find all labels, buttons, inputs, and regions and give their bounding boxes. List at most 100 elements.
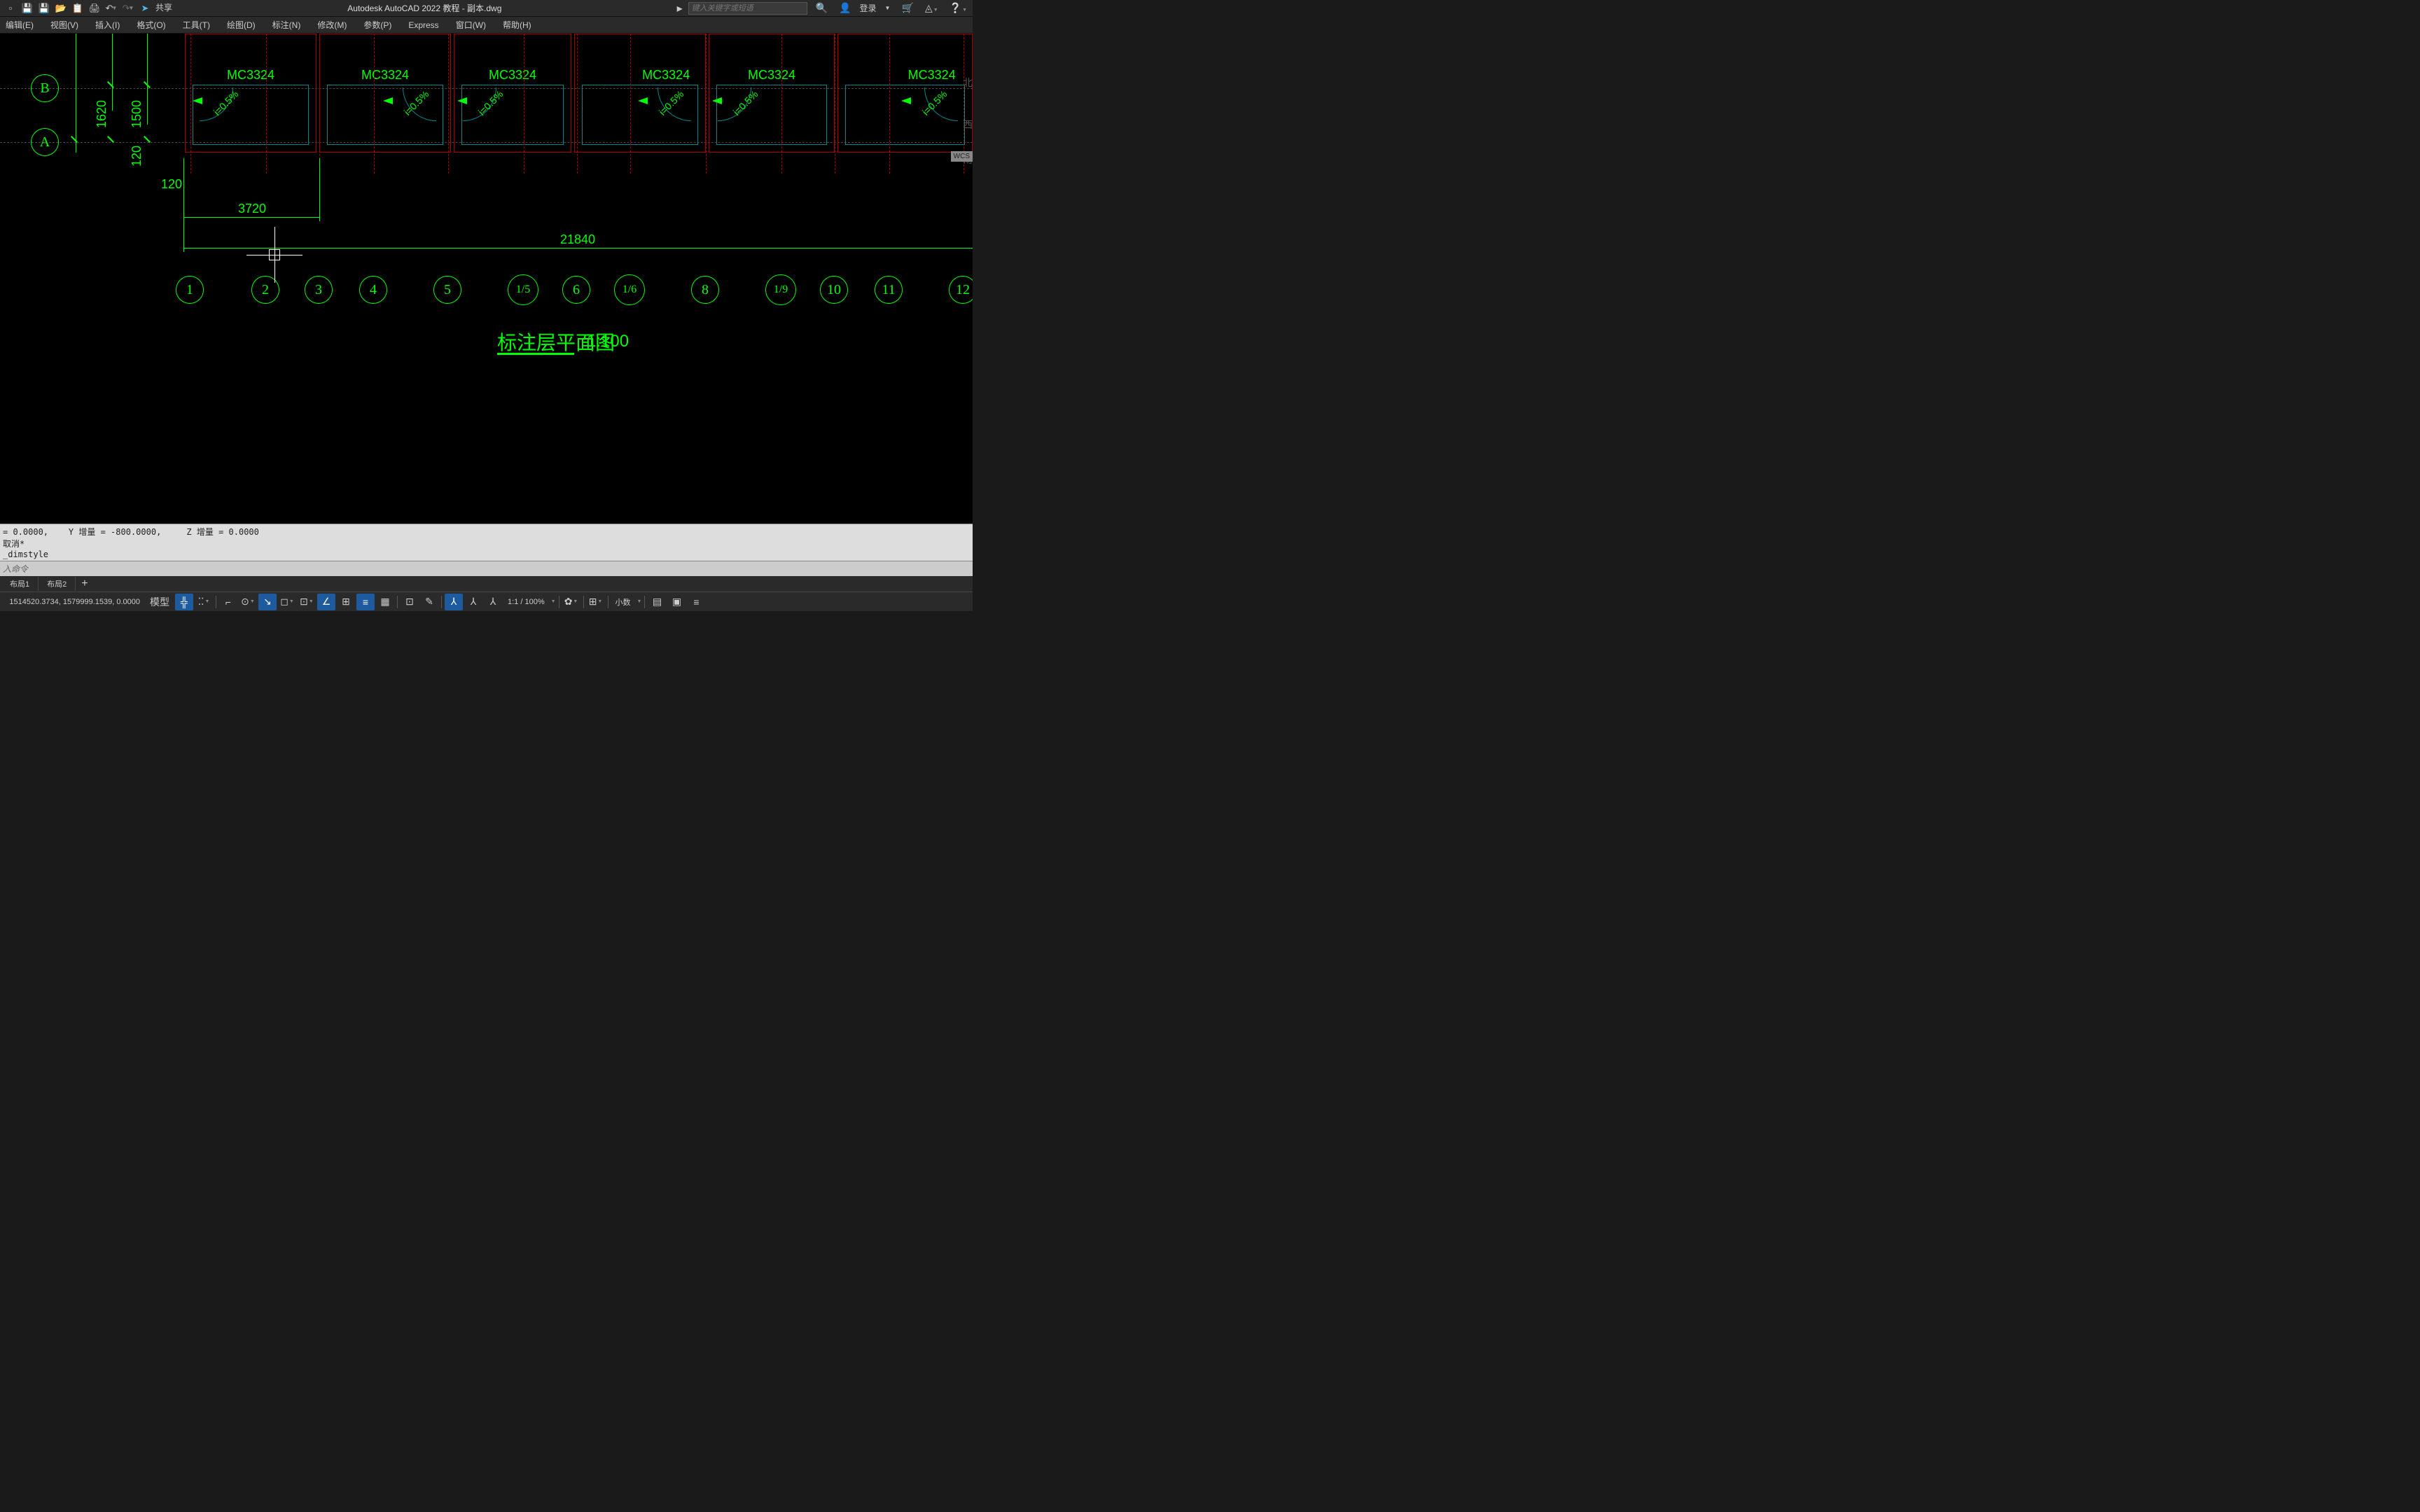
slope-arrow-icon (712, 97, 722, 104)
dim-ext (183, 218, 184, 252)
grid-line (781, 34, 782, 174)
grid-line (319, 34, 320, 174)
menu-help[interactable]: 帮助(H) (500, 18, 534, 32)
title-right-icons: 🔍 👤 登录 ▼ 🛒 ◬▼ ❔▼ (813, 2, 970, 14)
units-display[interactable]: 小数 (611, 596, 635, 608)
room-unit: MC3324 i=0.5% (837, 34, 973, 153)
3dosnap-icon[interactable]: ⊡▼ (298, 594, 316, 610)
coordinates-display[interactable]: 1514520.3734, 1579999.1539, 0.0000 (4, 598, 144, 606)
cart-icon[interactable]: 🛒 (898, 2, 916, 14)
app-title: Autodesk AutoCAD 2022 教程 - 副本.dwg (172, 2, 677, 14)
lineweight-icon[interactable]: ≡ (356, 594, 375, 610)
drawing-canvas[interactable]: B A 1620 1500 120 MC3324 i=0.5% MC3324 i… (0, 34, 973, 524)
save-icon[interactable]: 💾 (20, 1, 35, 15)
command-input[interactable]: 入命令 (0, 561, 973, 576)
snap-icon[interactable]: ⁚⁚▼ (195, 594, 213, 610)
grid-line (630, 34, 631, 174)
command-output: _dimstyle (3, 550, 970, 559)
quick-access-toolbar: ▫ 💾 💾 📂 📋 🖨 ↶▼ ↷▼ ➤ 共享 (3, 1, 172, 15)
grid-line (266, 34, 267, 174)
layout-add-button[interactable]: + (76, 576, 93, 592)
grid-line (448, 34, 449, 174)
login-label[interactable]: 登录 (860, 2, 877, 14)
ortho-icon[interactable]: ⌐ (219, 594, 237, 610)
menu-format[interactable]: 格式(O) (134, 18, 168, 32)
drawing-scale: 1:100 (587, 332, 629, 351)
crosshair-pickbox (269, 249, 280, 260)
annotation-monitor-icon[interactable]: ✎ (420, 594, 438, 610)
annotation-scale[interactable]: 1:1 / 100% (503, 598, 549, 606)
osnap-icon[interactable]: ◻▼ (278, 594, 296, 610)
new-icon[interactable]: ▫ (3, 1, 18, 15)
menu-dimension[interactable]: 标注(N) (270, 18, 304, 32)
room-label: MC3324 (489, 68, 536, 83)
menu-express[interactable]: Express (405, 19, 441, 31)
saveas-icon[interactable]: 💾 (36, 1, 52, 15)
dim-extension (147, 34, 148, 125)
menu-draw[interactable]: 绘图(D) (224, 18, 258, 32)
room-label: MC3324 (748, 68, 795, 83)
polar-icon[interactable]: ⊙▼ (239, 594, 257, 610)
app-icon[interactable]: ◬▼ (922, 2, 941, 14)
slope-arrow-icon (457, 97, 467, 104)
anno-auto-icon[interactable]: ⅄ (484, 594, 502, 610)
menu-modify[interactable]: 修改(M) (314, 18, 349, 32)
model-space-button[interactable]: 模型 (146, 594, 174, 610)
anno-scale-icon[interactable]: ⅄ (445, 594, 463, 610)
menu-insert[interactable]: 插入(I) (92, 18, 123, 32)
chevron-down-icon[interactable]: ▼ (637, 599, 642, 604)
login-dropdown-icon[interactable]: ▼ (882, 5, 893, 11)
axis-bubble-1-5: 1/5 (508, 274, 538, 305)
user-icon[interactable]: 👤 (836, 2, 854, 14)
menu-window[interactable]: 窗口(W) (453, 18, 489, 32)
menu-parametric[interactable]: 参数(P) (361, 18, 394, 32)
room-unit: MC3324 i=0.5% (319, 34, 451, 153)
title-bar: ▫ 💾 💾 📂 📋 🖨 ↶▼ ↷▼ ➤ 共享 Autodesk AutoCAD … (0, 0, 973, 17)
axis-bubble-1: 1 (176, 276, 204, 304)
room-label: MC3324 (361, 68, 409, 83)
dynamic-input-icon[interactable]: ⊞ (337, 594, 355, 610)
undo-icon[interactable]: ↶▼ (104, 1, 119, 15)
print-icon[interactable]: 🖨 (87, 1, 102, 15)
grid-icon[interactable]: ╬ (175, 594, 193, 610)
menu-bar: 编辑(E) 视图(V) 插入(I) 格式(O) 工具(T) 绘图(D) 标注(N… (0, 17, 973, 34)
plot-icon[interactable]: 📋 (70, 1, 85, 15)
layout-tab-1[interactable]: 布局1 (1, 577, 39, 591)
share-icon[interactable]: ➤ (137, 1, 153, 15)
open-icon[interactable]: 📂 (53, 1, 69, 15)
slope-arrow-icon (383, 97, 393, 104)
dim-ext (319, 158, 320, 221)
quick-properties-icon[interactable]: ▤ (648, 594, 666, 610)
menu-edit[interactable]: 编辑(E) (3, 18, 36, 32)
anno-visibility-icon[interactable]: ⅄ (464, 594, 482, 610)
slope-arrow-icon (901, 97, 911, 104)
clean-screen-icon[interactable]: ▣ (667, 594, 686, 610)
slope-arrow-icon (638, 97, 648, 104)
lock-ui-icon[interactable]: ⊞▼ (587, 594, 605, 610)
chevron-down-icon[interactable]: ▼ (551, 599, 556, 604)
grid-line (889, 34, 890, 174)
redo-icon[interactable]: ↷▼ (120, 1, 136, 15)
dim-120-h: 120 (161, 177, 182, 192)
wcs-badge[interactable]: WCS (951, 151, 973, 162)
dim-line-3720 (183, 217, 320, 218)
menu-tools[interactable]: 工具(T) (180, 18, 213, 32)
transparency-icon[interactable]: ▦ (376, 594, 394, 610)
axis-bubble-b: B (31, 74, 59, 102)
isodraft-icon[interactable]: ↘ (258, 594, 277, 610)
layout-tabs: 布局1 布局2 + (0, 576, 973, 592)
search-input[interactable] (688, 2, 807, 15)
axis-bubble-a: A (31, 128, 59, 156)
cycling-icon[interactable]: ⊡ (401, 594, 419, 610)
menu-view[interactable]: 视图(V) (48, 18, 81, 32)
workspace-icon[interactable]: ✿▼ (562, 594, 580, 610)
layout-tab-2[interactable]: 布局2 (39, 577, 76, 591)
otrack-icon[interactable]: ∠ (317, 594, 335, 610)
search-icon[interactable]: 🔍 (813, 2, 830, 14)
grid-line (374, 34, 375, 174)
customize-icon[interactable]: ≡ (687, 594, 705, 610)
share-label[interactable]: 共享 (155, 1, 172, 15)
axis-bubble-6: 6 (562, 276, 590, 304)
help-icon[interactable]: ❔▼ (947, 2, 970, 14)
arrow-icon[interactable]: ▸ (677, 1, 683, 15)
